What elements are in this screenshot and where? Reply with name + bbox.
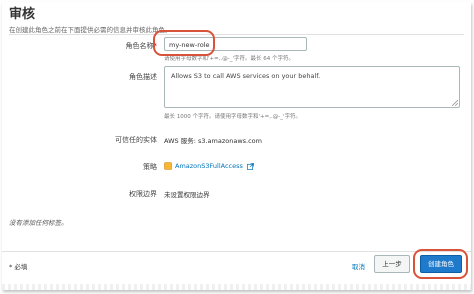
- role-description-textarea[interactable]: Allows S3 to call AWS services on your b…: [164, 66, 460, 108]
- torn-edge: [2, 284, 471, 290]
- role-name-highlight-ring: [153, 30, 215, 56]
- trusted-entity-label: 可信任的实体: [115, 136, 157, 144]
- role-description-value: Allows S3 to call AWS services on your b…: [171, 72, 321, 80]
- policy-link[interactable]: AmazonS3FullAccess: [175, 162, 254, 170]
- review-panel: 审核 在创建此角色之前在下面提供必需的信息并审核此角色。 角色名称* my-ne…: [2, 2, 471, 290]
- permissions-boundary-value: 未设置权限边界: [164, 191, 210, 199]
- trusted-entity-value: AWS 服务: s3.amazonaws.com: [164, 137, 262, 145]
- permissions-boundary-label: 权限边界: [129, 190, 157, 198]
- policy-link-text: AmazonS3FullAccess: [175, 162, 243, 170]
- tags-note: 没有添加任何标签。: [9, 219, 68, 227]
- role-name-label: 角色名称*: [7, 41, 158, 51]
- policies-label: 策略: [143, 163, 157, 171]
- role-description-label: 角色描述: [129, 73, 157, 81]
- cancel-link[interactable]: 取消: [352, 261, 365, 271]
- previous-button[interactable]: 上一步: [374, 255, 410, 273]
- page-subtitle: 在创建此角色之前在下面提供必需的信息并审核此角色。: [9, 26, 172, 34]
- external-link-icon: [247, 162, 254, 170]
- page-title: 审核: [9, 7, 36, 22]
- role-description-help: 最长 1000 个字符。请使用字母数字和'+=,.@-_'字符。: [164, 114, 301, 120]
- create-button-highlight-ring: [413, 249, 468, 279]
- policy-icon: [164, 162, 172, 170]
- header-divider: [9, 34, 464, 35]
- resize-handle-icon[interactable]: [452, 100, 458, 106]
- required-note: * 必填: [9, 263, 28, 271]
- role-name-label-text: 角色名称: [125, 42, 154, 50]
